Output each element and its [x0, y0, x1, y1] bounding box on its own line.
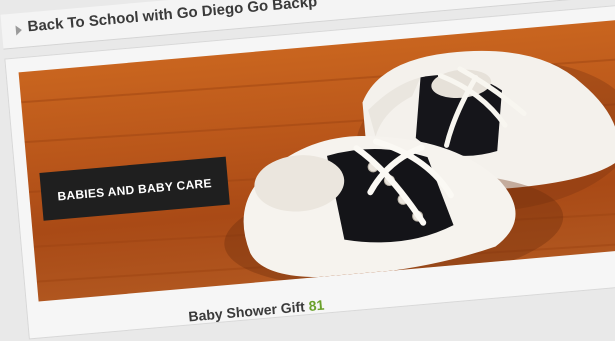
bottom-article-entry[interactable]: Baby Shower Gift 81: [188, 297, 325, 325]
arrow-right-icon: [15, 24, 23, 36]
blog-list: Back To School with Go Diego Go Backp BA…: [0, 0, 615, 340]
baby-shoes-image: [21, 50, 615, 288]
bottom-article-title[interactable]: Baby Shower Gift: [188, 298, 306, 324]
top-article-title[interactable]: Back To School with Go Diego Go Backp: [27, 0, 318, 35]
comment-count: 81: [308, 296, 325, 314]
featured-article-card[interactable]: BABIES AND BABY CARE Baby Shower Gift 81: [4, 2, 615, 340]
featured-photo[interactable]: BABIES AND BABY CARE: [18, 16, 615, 302]
